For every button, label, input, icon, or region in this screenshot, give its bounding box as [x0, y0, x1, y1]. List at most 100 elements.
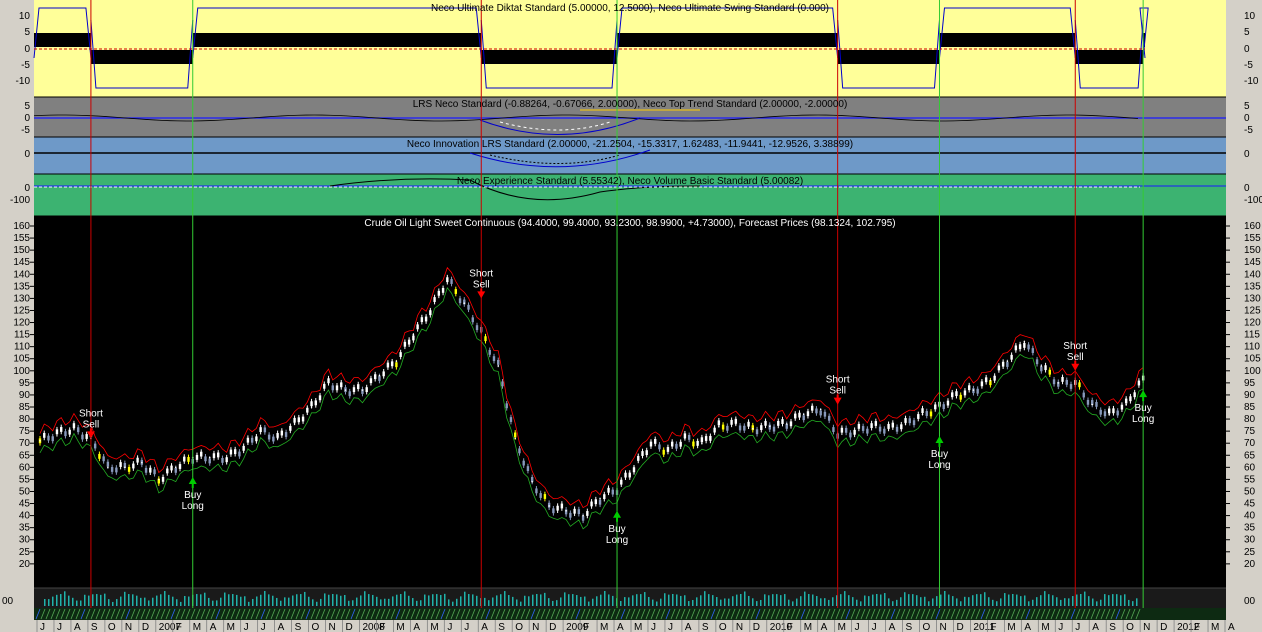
price-point: [904, 423, 907, 425]
volume-bar: [496, 595, 498, 606]
price-candle: [734, 418, 738, 424]
price-candle: [1095, 401, 1098, 407]
volume-bar: [468, 594, 470, 606]
price-candle: [654, 439, 657, 444]
price-candle: [726, 425, 729, 431]
volume-bar: [280, 600, 282, 606]
volume-bar: [220, 597, 222, 606]
volume-bar: [508, 595, 510, 606]
volume-bar: [872, 594, 874, 606]
volume-bar: [968, 597, 970, 606]
price-candle: [921, 408, 924, 414]
price-tick-left: 110: [14, 342, 30, 353]
volume-bar: [244, 596, 246, 606]
price-candle: [1006, 362, 1009, 367]
x-axis-label: N: [329, 622, 336, 632]
price-point: [293, 423, 296, 425]
price-candle: [670, 441, 674, 447]
price-candle: [200, 451, 203, 457]
price-candle: [60, 427, 63, 432]
volume-bar: [712, 595, 714, 606]
experience-tick-left: -100: [10, 195, 30, 206]
price-candle: [687, 434, 691, 440]
price-point: [853, 430, 856, 432]
price-candle: [1061, 376, 1064, 382]
x-axis-label: M: [193, 622, 201, 632]
price-candle: [136, 457, 139, 463]
x-axis-label: N: [736, 622, 743, 632]
volume-bar: [112, 601, 114, 606]
volume-bar: [452, 601, 454, 606]
x-axis-label: J: [1058, 622, 1063, 632]
price-candle: [573, 508, 576, 514]
price-point: [819, 408, 822, 411]
price-candle: [272, 436, 275, 442]
price-point: [56, 432, 58, 435]
volume-bar: [744, 591, 746, 606]
volume-bar: [668, 594, 670, 606]
price-tick-right: 115: [1244, 330, 1260, 341]
price-candle: [246, 437, 250, 443]
price-candle: [514, 432, 517, 438]
price-candle: [755, 429, 759, 435]
price-candle: [895, 426, 899, 432]
volume-bar: [620, 600, 622, 606]
volume-bar: [600, 594, 602, 606]
long-arrow-stem: [616, 516, 619, 522]
price-candle: [1129, 396, 1132, 402]
volume-bar: [304, 591, 306, 606]
price-candle: [412, 335, 415, 341]
volume-bar: [1096, 601, 1098, 606]
price-tick-right: 100: [1244, 366, 1261, 377]
volume-bar: [868, 596, 870, 606]
volume-bar: [428, 595, 430, 606]
volume-bar: [348, 600, 350, 606]
price-candle: [730, 419, 733, 425]
volume-bar: [692, 600, 694, 606]
volume-bar: [448, 599, 450, 606]
volume-bar: [840, 594, 842, 606]
price-candle: [98, 453, 101, 459]
volume-bar: [720, 599, 722, 606]
volume-bar: [156, 595, 158, 606]
price-tick-left: 85: [19, 402, 31, 413]
price-point: [310, 406, 313, 408]
volume-bar: [1032, 599, 1034, 606]
price-point: [1057, 382, 1060, 384]
volume-bar: [208, 597, 210, 606]
volume-bar: [924, 596, 926, 606]
price-tick-right: 30: [1244, 535, 1256, 546]
signal-label-7-line2: Long: [1132, 414, 1154, 425]
price-candle: [675, 443, 678, 449]
price-candle: [857, 423, 861, 429]
volume-bar: [740, 594, 742, 606]
price-tick-right: 90: [1244, 390, 1256, 401]
volume-bar: [524, 595, 526, 606]
volume-bar: [824, 598, 826, 606]
price-candle: [458, 298, 462, 304]
price-tick-left: 45: [19, 499, 31, 510]
volume-bar: [892, 601, 894, 606]
signal-label-0-line1: Short: [79, 408, 103, 419]
price-candle: [598, 499, 602, 505]
volume-bar: [988, 597, 990, 606]
price-candle: [569, 512, 572, 518]
volume-bar: [136, 595, 138, 606]
price-candle: [649, 441, 653, 447]
volume-bar: [276, 597, 278, 606]
volume-bar: [236, 594, 238, 606]
price-candle: [1014, 345, 1018, 351]
price-candle: [293, 417, 296, 423]
volume-bar: [684, 595, 686, 606]
price-tick-left: 20: [19, 559, 31, 570]
volume-bar: [1132, 601, 1134, 606]
volume-bar: [780, 595, 782, 606]
price-candle: [1137, 380, 1141, 386]
price-candle: [178, 464, 182, 469]
price-candle: [997, 365, 1001, 371]
volume-bar: [972, 595, 974, 606]
price-point: [718, 425, 720, 428]
price-candle: [399, 352, 402, 357]
price-candle: [378, 376, 381, 381]
price-tick-right: 105: [1244, 354, 1261, 365]
